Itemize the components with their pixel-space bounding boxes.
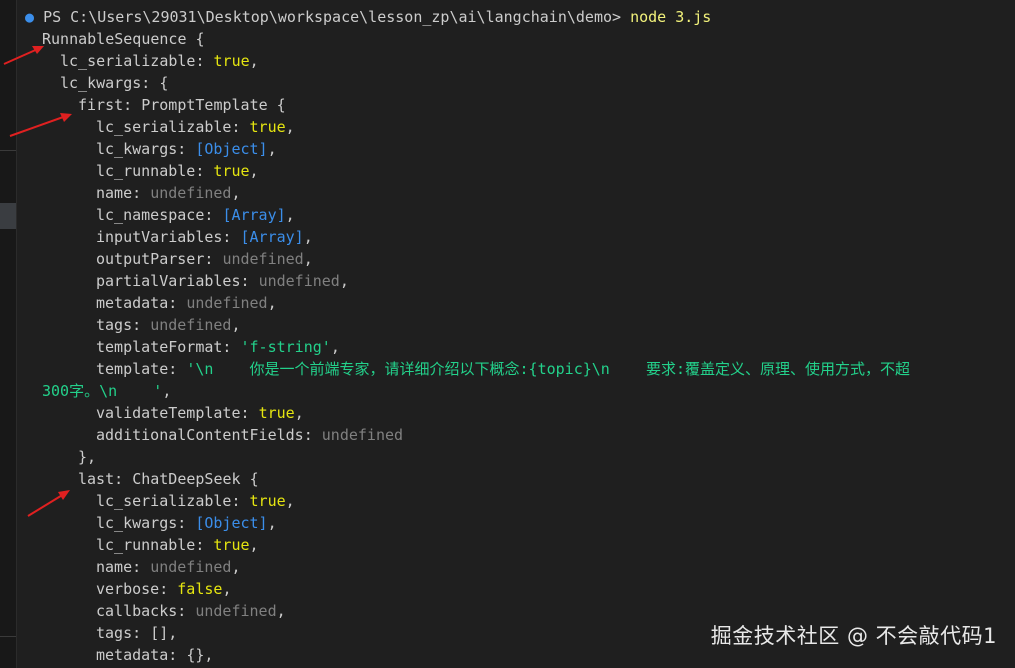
output-line: lc_serializable: true, — [96, 492, 295, 510]
watermark: 掘金技术社区 @ 不会敲代码1 — [710, 624, 997, 648]
output-line: lc_runnable: true, — [96, 162, 259, 180]
output-line: lc_kwargs: { — [60, 74, 169, 92]
editor-gutter — [0, 0, 17, 668]
command-text: node 3.js — [630, 8, 712, 26]
output-line: first: PromptTemplate { — [78, 96, 286, 114]
prompt-path: PS C:\Users\29031\Desktop\workspace\less… — [43, 8, 622, 26]
output-line: templateFormat: 'f-string', — [96, 338, 340, 356]
gutter-divider — [0, 150, 16, 151]
output-line: inputVariables: [Array], — [96, 228, 313, 246]
output-line: }, — [78, 448, 97, 466]
output-line: validateTemplate: true, — [96, 404, 304, 422]
prompt-line: ● PS C:\Users\29031\Desktop\workspace\le… — [25, 6, 1015, 28]
arrow-annotation-icon — [27, 490, 70, 517]
output-line: metadata: undefined, — [96, 294, 277, 312]
output-line: additionalContentFields: undefined — [96, 426, 404, 444]
output-line: name: undefined, — [96, 558, 241, 576]
arrow-annotation-icon — [9, 113, 72, 137]
terminal-output[interactable]: ● PS C:\Users\29031\Desktop\workspace\le… — [17, 0, 1015, 668]
output-line: lc_serializable: true, — [96, 118, 295, 136]
output-line: 300字。\n ', — [42, 382, 172, 400]
output-line: last: ChatDeepSeek { — [78, 470, 259, 488]
arrow-annotation-icon — [3, 46, 44, 65]
gutter-divider — [0, 636, 16, 637]
output-line: partialVariables: undefined, — [96, 272, 349, 290]
output-line: lc_namespace: [Array], — [96, 206, 295, 224]
output-line: callbacks: undefined, — [96, 602, 286, 620]
output-line: verbose: false, — [96, 580, 232, 598]
output-line: RunnableSequence { — [42, 30, 205, 48]
output-line: lc_kwargs: [Object], — [96, 514, 277, 532]
gutter-highlight — [0, 203, 16, 229]
output-line: lc_serializable: true, — [60, 52, 259, 70]
output-line: lc_runnable: true, — [96, 536, 259, 554]
output-line: tags: undefined, — [96, 316, 241, 334]
prompt-dot-icon: ● — [25, 8, 35, 26]
output-line: template: '\n 你是一个前端专家，请详细介绍以下概念:{topic}… — [96, 360, 910, 378]
output-line: lc_kwargs: [Object], — [96, 140, 277, 158]
output-line: name: undefined, — [96, 184, 241, 202]
output-line: outputParser: undefined, — [96, 250, 313, 268]
